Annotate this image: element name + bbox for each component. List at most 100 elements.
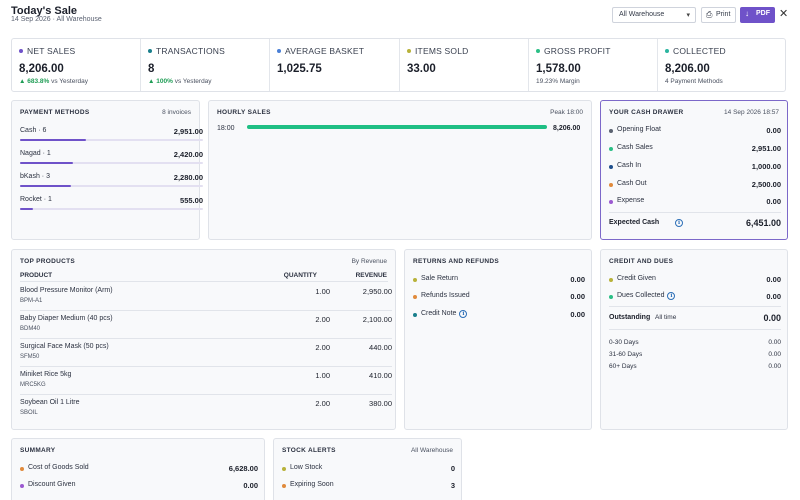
info-icon[interactable]: i <box>667 292 676 300</box>
expected-cash-row: Expected Cash i 6,451.00 <box>609 218 781 230</box>
cash-drawer-row: Cash Out 2,500.00 <box>609 180 781 192</box>
aging-label: 31-60 Days <box>609 351 643 358</box>
kpi-sub: 19.23% Margin <box>536 78 580 85</box>
aging-label: 0-30 Days <box>609 339 639 346</box>
dot-icon <box>413 278 417 282</box>
row-value: 2,951.00 <box>751 144 781 153</box>
table-row: Surgical Face Mask (50 pcs) SFM50 2.00 4… <box>20 339 392 367</box>
product-quantity: 2.00 <box>315 399 330 408</box>
row-value: 6,628.00 <box>228 464 258 473</box>
product-name: Surgical Face Mask (50 pcs) <box>20 343 109 350</box>
credit-dues-card: CREDIT AND DUES Credit Given 0.00 Dues C… <box>600 249 788 430</box>
cash-drawer-row: Expense 0.00 <box>609 197 781 209</box>
kpi-change-pct: 683.8% <box>27 78 50 85</box>
dot-icon <box>609 278 613 282</box>
outstanding-period: All time <box>655 314 677 321</box>
kpi-net-sales: NET SALES 8,206.00 ▲ 683.8% vs Yesterday <box>12 39 141 91</box>
row-value: 0.00 <box>766 126 781 135</box>
info-icon[interactable]: i <box>459 310 468 318</box>
returns-row: Sale Return 0.00 <box>413 275 585 287</box>
kpi-change-text: vs Yesterday <box>174 78 212 85</box>
print-button[interactable]: ⎙ Print <box>701 7 736 23</box>
row-value: 2,500.00 <box>751 180 781 189</box>
payment-method-amount: 555.00 <box>180 196 203 205</box>
hour-tick-label: 18:00 <box>217 125 235 132</box>
dues-collected-label: Dues Collected <box>617 292 665 299</box>
summary-row: Cost of Goods Sold 6,628.00 <box>20 464 258 476</box>
kpi-label: COLLECTED <box>673 46 726 56</box>
printer-icon: ⎙ <box>706 10 713 19</box>
download-icon: ↓ <box>745 9 749 18</box>
dot-icon <box>609 183 613 187</box>
cash-drawer-row: Opening Float 0.00 <box>609 126 781 138</box>
product-revenue: 2,100.00 <box>362 315 392 324</box>
pdf-button[interactable]: ↓ PDF <box>740 7 775 23</box>
credit-note-label: Credit Note <box>421 310 457 317</box>
hourly-bar <box>247 125 547 129</box>
row-label: Discount Given <box>28 481 76 488</box>
progress-track <box>20 139 203 141</box>
warehouse-select-value: All Warehouse <box>619 11 665 18</box>
payment-method-name: Rocket · 1 <box>20 196 52 203</box>
row-label: Credit Note i <box>421 310 468 318</box>
product-quantity: 1.00 <box>315 287 330 296</box>
card-title: TOP PRODUCTS <box>20 258 76 265</box>
trend-up-icon: ▲ <box>148 78 155 85</box>
payment-methods-card: PAYMENT METHODS 8 invoices Cash · 6 2,95… <box>11 100 203 240</box>
table-row: Miniket Rice 5kg MRC5KG 1.00 410.00 <box>20 367 392 395</box>
aging-value: 0.00 <box>768 339 781 346</box>
aging-value: 0.00 <box>768 363 781 370</box>
pdf-button-label: PDF <box>756 10 770 17</box>
product-quantity: 2.00 <box>315 343 330 352</box>
cash-drawer-row: Cash In 1,000.00 <box>609 162 781 174</box>
product-revenue: 380.00 <box>369 399 392 408</box>
kpi-sub: 4 Payment Methods <box>665 78 723 85</box>
table-row: Soybean Oil 1 Litre SBOIL 2.00 380.00 <box>20 395 392 423</box>
dot-icon <box>609 165 613 169</box>
progress-track <box>20 162 203 164</box>
kpi-change: ▲ 683.8% vs Yesterday <box>19 78 88 85</box>
table-row: Blood Pressure Monitor (Arm) BPM-A1 1.00… <box>20 283 392 311</box>
progress-fill <box>20 208 33 210</box>
stock-alert-row: Low Stock 0 <box>282 464 455 476</box>
info-icon[interactable]: i <box>675 219 683 227</box>
column-header-revenue: REVENUE <box>355 272 387 279</box>
outstanding-row: Outstanding All time 0.00 <box>609 313 781 325</box>
kpi-value: 8 <box>148 63 155 75</box>
dot-icon <box>282 484 286 488</box>
dot-icon <box>609 147 613 151</box>
progress-track <box>20 208 203 210</box>
credit-row: Credit Given 0.00 <box>609 275 781 287</box>
close-icon[interactable]: ✕ <box>779 7 788 20</box>
kpi-collected: COLLECTED 8,206.00 4 Payment Methods <box>658 39 785 91</box>
card-title: YOUR CASH DRAWER <box>609 109 684 116</box>
aging-row: 0-30 Days 0.00 <box>609 339 781 349</box>
dot-icon <box>609 295 613 299</box>
product-name: Miniket Rice 5kg <box>20 371 72 378</box>
print-button-label: Print <box>716 11 731 18</box>
product-revenue: 410.00 <box>369 371 392 380</box>
product-sku: MRC5KG <box>20 382 46 388</box>
payment-method-row: Cash · 6 2,951.00 <box>20 127 203 149</box>
product-quantity: 2.00 <box>315 315 330 324</box>
warehouse-select[interactable]: All Warehouse ▾ <box>612 7 696 23</box>
card-meta: By Revenue <box>351 258 387 265</box>
kpi-gross-profit: GROSS PROFIT 1,578.00 19.23% Margin <box>529 39 658 91</box>
kpi-strip: NET SALES 8,206.00 ▲ 683.8% vs Yesterday… <box>11 38 786 92</box>
table-row: Baby Diaper Medium (40 pcs) BDM40 2.00 2… <box>20 311 392 339</box>
payment-method-row: Rocket · 1 555.00 <box>20 196 203 218</box>
product-name: Baby Diaper Medium (40 pcs) <box>20 315 113 322</box>
row-value: 0.00 <box>766 197 781 206</box>
product-revenue: 440.00 <box>369 343 392 352</box>
stock-alert-row: Expiring Soon 3 <box>282 481 455 493</box>
kpi-value: 8,206.00 <box>665 63 710 75</box>
divider <box>20 281 388 282</box>
chevron-down-icon: ▾ <box>686 12 690 19</box>
payment-method-row: bKash · 3 2,280.00 <box>20 173 203 195</box>
row-value: 0.00 <box>570 292 585 301</box>
divider <box>609 212 781 213</box>
aging-row: 60+ Days 0.00 <box>609 363 781 373</box>
card-meta: All Warehouse <box>410 447 453 454</box>
payment-method-amount: 2,280.00 <box>173 173 203 182</box>
kpi-label: NET SALES <box>27 46 76 56</box>
